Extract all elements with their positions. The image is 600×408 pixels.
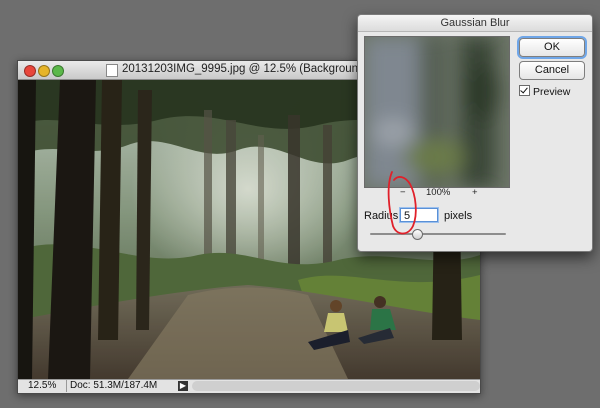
status-menu-arrow-icon[interactable]: ▶ [178, 381, 188, 391]
blurred-preview-image [365, 37, 509, 187]
radius-slider[interactable] [370, 229, 506, 240]
zoom-in-button[interactable]: + [472, 187, 478, 198]
close-window-button[interactable] [24, 65, 36, 77]
horizontal-scrollbar[interactable] [192, 381, 480, 391]
radius-input[interactable]: 5 [400, 208, 438, 222]
document-status-bar: 12.5% Doc: 51.3M/187.4M ▶ [18, 379, 480, 393]
blur-preview[interactable] [364, 36, 510, 188]
gaussian-blur-dialog: Gaussian Blur OK Cancel Preview − 100% +… [357, 14, 593, 252]
preview-checkbox[interactable] [519, 85, 530, 96]
ok-button[interactable]: OK [519, 38, 585, 57]
zoom-window-button[interactable] [52, 65, 64, 77]
preview-zoom-level: 100% [426, 187, 451, 198]
preview-label: Preview [533, 86, 571, 98]
radius-label: Radius [364, 210, 399, 222]
zoom-out-button[interactable]: − [400, 187, 406, 198]
preview-zoom-controls: − 100% + [364, 187, 508, 199]
cancel-button[interactable]: Cancel [519, 61, 585, 80]
preview-option[interactable]: Preview [519, 85, 570, 98]
minimize-window-button[interactable] [38, 65, 50, 77]
radius-slider-thumb[interactable] [412, 229, 423, 240]
document-file-icon [106, 64, 118, 77]
radius-row: Radius 5 pixels [364, 208, 584, 224]
document-size-info: Doc: 51.3M/187.4M [70, 380, 158, 391]
dialog-title[interactable]: Gaussian Blur [358, 15, 592, 32]
pixels-unit-label: pixels [444, 210, 473, 222]
zoom-level-field[interactable]: 12.5% [22, 380, 67, 392]
